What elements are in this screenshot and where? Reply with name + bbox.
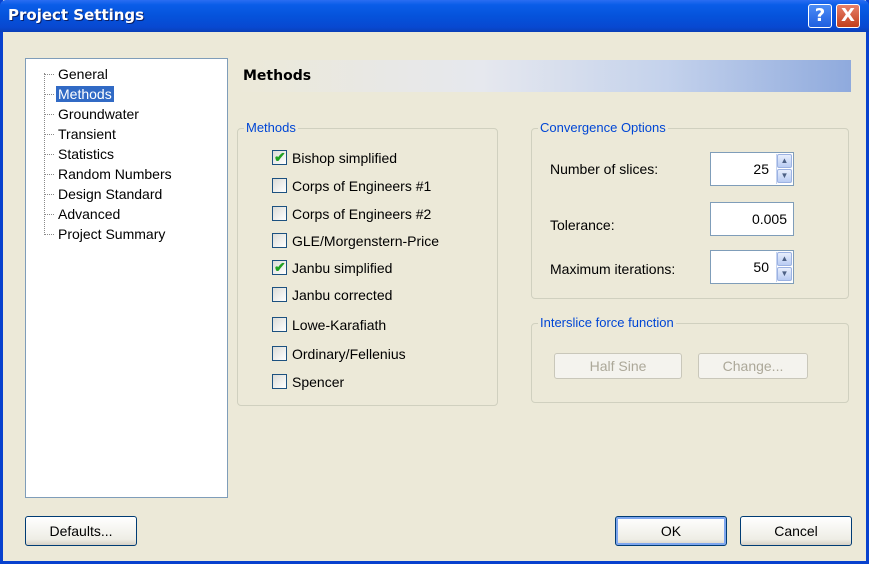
iterations-label: Maximum iterations: (550, 261, 676, 277)
checkbox-label: GLE/Morgenstern-Price (292, 233, 440, 249)
close-icon[interactable]: X (836, 4, 860, 28)
defaults-button[interactable]: Defaults... (25, 516, 137, 546)
settings-tree[interactable]: General Methods Groundwater Transient St… (25, 58, 228, 498)
checkbox-label: Janbu corrected (292, 287, 393, 303)
tree-item-label: Advanced (58, 206, 121, 222)
title-bar[interactable]: Project Settings ? X (0, 0, 869, 32)
checkmark-icon: ✔ (274, 149, 286, 165)
checkbox[interactable] (272, 374, 287, 389)
tolerance-label: Tolerance: (550, 217, 615, 233)
checkbox-label: Janbu simplified (292, 260, 393, 276)
checkbox[interactable]: ✔ (272, 259, 287, 275)
page-title: Methods (243, 68, 312, 84)
methods-group-label: Methods (244, 120, 298, 135)
page-header: Methods (235, 60, 851, 92)
checkbox-label: Ordinary/Fellenius (292, 346, 406, 362)
methods-groupbox: Methods ✔ Bishop simplified Corps of Eng… (237, 120, 498, 406)
tree-item-groundwater[interactable]: Groundwater (44, 105, 141, 123)
checkbox-label: Spencer (292, 374, 345, 390)
iterations-spinner-input[interactable]: 50 ▲ ▼ (710, 250, 794, 284)
iterations-spin-buttons[interactable]: ▲ ▼ (776, 252, 792, 282)
tree-item-label: General (58, 66, 108, 82)
checkbox[interactable]: ✔ (272, 149, 287, 165)
ok-button[interactable]: OK (615, 516, 727, 546)
tree-item-label: Statistics (58, 146, 115, 162)
checkbox[interactable] (272, 346, 287, 361)
interslice-function-field: Half Sine (554, 353, 682, 379)
checkbox[interactable] (272, 178, 287, 193)
checkbox[interactable] (272, 233, 287, 248)
tree-item-advanced[interactable]: Advanced (44, 205, 122, 223)
tree-item-label: Methods (56, 86, 114, 102)
checkbox-label: Corps of Engineers #1 (292, 178, 432, 194)
checkmark-icon: ✔ (274, 259, 286, 275)
tree-item-design-standard[interactable]: Design Standard (44, 185, 164, 203)
convergence-group-label: Convergence Options (538, 120, 668, 135)
window-title: Project Settings (8, 6, 145, 24)
tree-item-label: Transient (58, 126, 116, 142)
tree-item-label: Design Standard (58, 186, 163, 202)
slices-value: 25 (753, 161, 769, 177)
cancel-button[interactable]: Cancel (740, 516, 852, 546)
checkbox[interactable] (272, 287, 287, 302)
slices-spinner-input[interactable]: 25 ▲ ▼ (710, 152, 794, 186)
convergence-groupbox: Convergence Options Number of slices: 25… (531, 120, 849, 299)
spin-up-icon[interactable]: ▲ (777, 252, 792, 266)
tolerance-input[interactable]: 0.005 (710, 202, 794, 236)
change-button: Change... (698, 353, 808, 379)
iterations-value: 50 (753, 259, 769, 275)
tree-item-random-numbers[interactable]: Random Numbers (44, 165, 174, 183)
checkbox-label: Lowe-Karafiath (292, 317, 387, 333)
tolerance-value: 0.005 (751, 211, 787, 227)
tree-item-label: Groundwater (58, 106, 139, 122)
checkbox[interactable] (272, 317, 287, 332)
tree-item-general[interactable]: General (44, 65, 110, 83)
tree-item-project-summary[interactable]: Project Summary (44, 225, 167, 243)
spin-down-icon[interactable]: ▼ (777, 267, 792, 281)
tree-item-label: Random Numbers (58, 166, 172, 182)
project-settings-dialog: Project Settings ? X General Methods Gro… (0, 0, 869, 564)
checkbox[interactable] (272, 206, 287, 221)
checkbox-label: Bishop simplified (292, 150, 398, 166)
tree-item-methods[interactable]: Methods (44, 85, 114, 103)
tree-item-label: Project Summary (58, 226, 166, 242)
spin-up-icon[interactable]: ▲ (777, 154, 792, 168)
slices-label: Number of slices: (550, 161, 659, 177)
tree-item-transient[interactable]: Transient (44, 125, 118, 143)
help-icon[interactable]: ? (808, 4, 832, 28)
interslice-group-label: Interslice force function (538, 315, 676, 330)
spin-down-icon[interactable]: ▼ (777, 169, 792, 183)
tree-item-statistics[interactable]: Statistics (44, 145, 116, 163)
checkbox-label: Corps of Engineers #2 (292, 206, 432, 222)
slices-spin-buttons[interactable]: ▲ ▼ (776, 154, 792, 184)
interslice-groupbox: Interslice force function Half Sine Chan… (531, 315, 849, 403)
